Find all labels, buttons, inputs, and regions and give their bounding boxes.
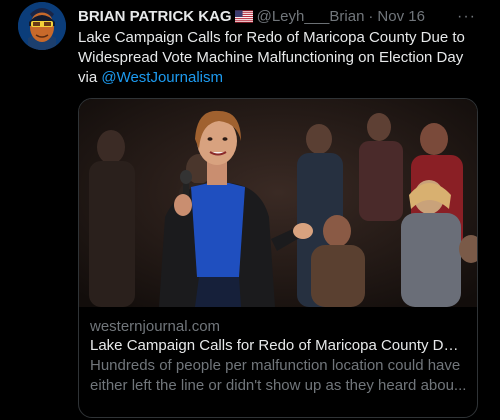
tweet-header: BRIAN PATRICK KAG @Leyh___Brian · Nov 16: [78, 6, 484, 26]
author-name[interactable]: BRIAN PATRICK KAG: [78, 8, 232, 25]
card-title[interactable]: Lake Campaign Calls for Redo of Maricopa…: [90, 336, 466, 356]
tweet-text: Lake Campaign Calls for Redo of Maricopa…: [78, 28, 474, 88]
more-options-icon[interactable]: ···: [457, 8, 476, 26]
mention-link[interactable]: @WestJournalism: [101, 69, 223, 86]
card-meta: westernjournal.com Lake Campaign Calls f…: [79, 307, 477, 396]
tweet[interactable]: BRIAN PATRICK KAG @Leyh___Brian · Nov 16…: [0, 0, 500, 420]
tweet-date[interactable]: Nov 16: [377, 8, 425, 25]
masked-hero-icon: [18, 2, 66, 50]
tweet-content: BRIAN PATRICK KAG @Leyh___Brian · Nov 16…: [78, 6, 484, 418]
card-domain: westernjournal.com: [90, 318, 221, 335]
header-separator: ·: [368, 7, 374, 25]
author-handle[interactable]: @Leyh___Brian: [257, 8, 365, 25]
card-description: Hundreds of people per malfunction locat…: [90, 357, 467, 394]
link-card[interactable]: westernjournal.com Lake Campaign Calls f…: [78, 98, 478, 418]
us-flag-icon: [234, 9, 253, 23]
card-image[interactable]: [79, 99, 477, 307]
author-avatar[interactable]: [18, 2, 66, 50]
